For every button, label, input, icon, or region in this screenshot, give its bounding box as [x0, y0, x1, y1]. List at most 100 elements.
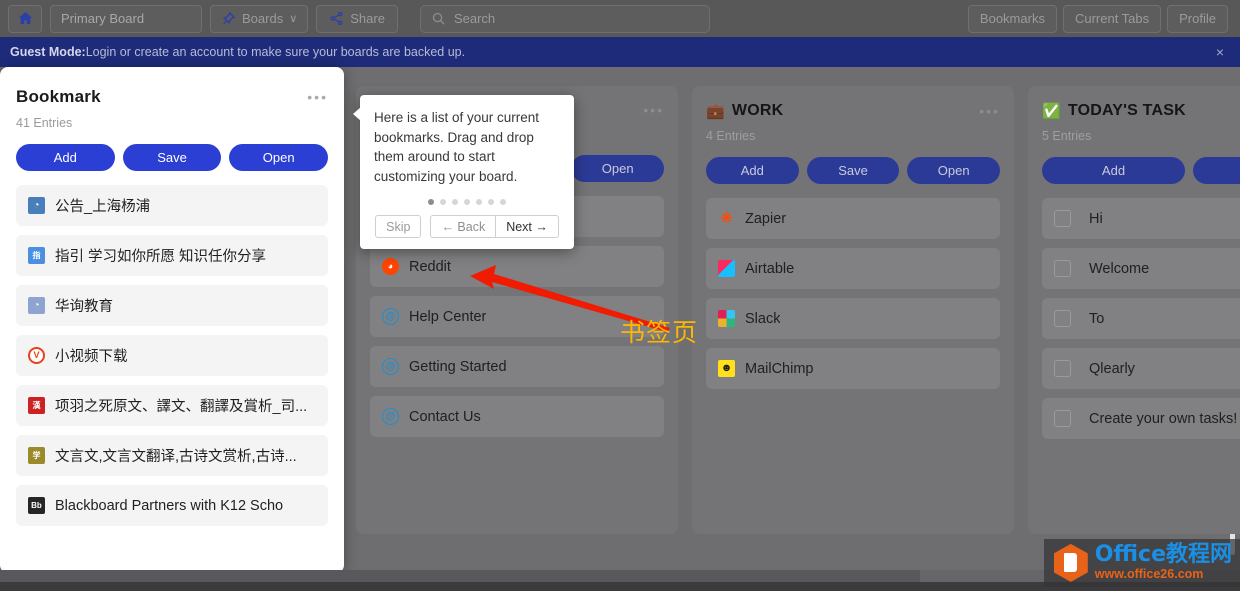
column-entry-count: 41 Entries: [16, 116, 73, 130]
task-label: Hi: [1089, 210, 1103, 227]
open-button[interactable]: Open: [229, 144, 329, 171]
step-dot[interactable]: [452, 199, 458, 206]
profile-button[interactable]: Profile: [1167, 4, 1228, 33]
back-button[interactable]: ← Back: [430, 215, 497, 239]
list-item[interactable]: ✳ Zapier: [706, 198, 1000, 239]
profile-label: Profile: [1179, 11, 1216, 26]
list-item-label: Reddit: [409, 258, 451, 275]
home-button[interactable]: [8, 4, 42, 33]
task-row[interactable]: Qlearly: [1042, 348, 1240, 389]
column-todays-task[interactable]: ✅ TODAY'S TASK 5 Entries Add Save Hi Wel…: [1028, 86, 1240, 534]
list-item-label: Slack: [745, 310, 781, 327]
column-header: ✅ TODAY'S TASK: [1042, 102, 1240, 120]
list-item-label: 文言文,文言文翻译,古诗文赏析,古诗...: [55, 449, 297, 465]
task-checkbox[interactable]: [1054, 310, 1071, 327]
task-row[interactable]: Hi: [1042, 198, 1240, 239]
list-item-label: 公告_上海杨浦: [55, 199, 151, 215]
list-item[interactable]: 指 指引 学习如你所愿 知识任你分享: [16, 235, 328, 276]
list-item-label: Blackboard Partners with K12 Scho: [55, 497, 284, 514]
check-box-icon: ✅: [1042, 103, 1061, 120]
column-work[interactable]: 💼 WORK ••• 4 Entries Add Save Open ✳ Zap…: [692, 86, 1014, 534]
list-item-label: 指引 学习如你所愿 知识任你分享: [55, 249, 267, 265]
next-button[interactable]: Next →: [496, 215, 559, 239]
search-input[interactable]: Search: [419, 4, 710, 33]
at-circle-favicon: @: [382, 408, 399, 425]
column-menu-icon[interactable]: •••: [979, 103, 1000, 119]
watermark-text-group: Office教程网 www.office26.com: [1094, 541, 1232, 582]
list-item[interactable]: V 小视频下载: [16, 335, 328, 376]
save-button[interactable]: Save: [806, 157, 900, 184]
reddit-favicon: ◕: [382, 258, 399, 275]
step-dot[interactable]: [440, 199, 446, 206]
current-tabs-button[interactable]: Current Tabs: [1062, 4, 1162, 33]
task-checkbox[interactable]: [1054, 210, 1071, 227]
open-button[interactable]: Open: [907, 157, 1001, 184]
task-checkbox[interactable]: [1054, 360, 1071, 377]
mailchimp-favicon: ☻: [718, 360, 735, 377]
add-button[interactable]: Add: [1042, 157, 1185, 184]
add-button[interactable]: Add: [706, 157, 799, 184]
task-row[interactable]: Welcome: [1042, 248, 1240, 289]
guest-mode-strong: Guest Mode:: [10, 45, 86, 59]
board-name-field[interactable]: Primary Board: [50, 4, 202, 33]
column-menu-icon[interactable]: •••: [307, 89, 328, 105]
task-row[interactable]: To: [1042, 298, 1240, 339]
list-item[interactable]: ◔ 华询教育: [16, 285, 328, 326]
step-dot[interactable]: [500, 199, 506, 206]
globe-favicon: ◔: [28, 297, 45, 314]
airtable-favicon: [718, 260, 735, 277]
list-item[interactable]: Slack: [706, 298, 1000, 339]
step-dot[interactable]: [464, 199, 470, 206]
column-header: 💼 WORK •••: [706, 102, 1000, 120]
tooltip-text: Here is a list of your current bookmarks…: [374, 110, 540, 184]
list-item[interactable]: Airtable: [706, 248, 1000, 289]
list-item[interactable]: @ Getting Started: [370, 346, 664, 387]
column-title-text: WORK: [731, 102, 784, 119]
save-button[interactable]: Save: [1193, 157, 1240, 184]
column-title: Bookmark: [16, 87, 101, 107]
column-entry-count: 5 Entries: [1042, 129, 1092, 143]
column-entry-count: 4 Entries: [706, 129, 756, 143]
scrollbar-thumb[interactable]: [0, 570, 920, 582]
guest-mode-banner: Guest Mode: Login or create an account t…: [0, 37, 1240, 67]
list-item[interactable]: 学 文言文,文言文翻译,古诗文赏析,古诗...: [16, 435, 328, 476]
watermark-url: www.office26.com: [1094, 566, 1204, 581]
watermark-title: Office教程网: [1094, 541, 1232, 567]
briefcase-icon: 💼: [706, 103, 725, 120]
task-checkbox[interactable]: [1054, 410, 1071, 427]
task-row[interactable]: Create your own tasks!: [1042, 398, 1240, 439]
list-item-label: Getting Started: [409, 358, 507, 375]
list-item[interactable]: ☻ MailChimp: [706, 348, 1000, 389]
list-item[interactable]: Bb Blackboard Partners with K12 Scho: [16, 485, 328, 526]
skip-button[interactable]: Skip: [375, 215, 422, 239]
step-dot[interactable]: [488, 199, 494, 206]
list-item-label: 小视频下载: [55, 349, 128, 365]
boards-button[interactable]: Boards ∨: [210, 4, 309, 33]
work-list: ✳ Zapier Airtable Slack ☻ MailChimp: [706, 198, 1000, 389]
tooltip-buttons: Skip ← Back Next →: [374, 215, 560, 239]
chinese-annotation-text: 书签页: [620, 318, 699, 347]
open-button[interactable]: Open: [571, 155, 665, 182]
share-button[interactable]: Share: [316, 4, 398, 33]
task-label: To: [1089, 310, 1105, 327]
list-item-label: Contact Us: [409, 408, 481, 425]
column-bookmark[interactable]: Bookmark ••• 41 Entries Add Save Open ◔ …: [0, 67, 1235, 573]
slack-favicon: [718, 310, 735, 327]
add-button[interactable]: Add: [16, 144, 115, 171]
list-item[interactable]: ◕ Reddit: [370, 246, 664, 287]
step-dot[interactable]: [428, 199, 434, 206]
dark-favicon: Bb: [28, 497, 45, 514]
task-checkbox[interactable]: [1054, 260, 1071, 277]
close-icon[interactable]: ×: [1216, 44, 1230, 60]
bookmarks-button[interactable]: Bookmarks: [967, 4, 1057, 33]
list-item[interactable]: ◔ 公告_上海杨浦: [16, 185, 328, 226]
list-item[interactable]: 漢 项羽之死原文、譯文、翻譯及賞析_司...: [16, 385, 328, 426]
list-item[interactable]: @ Contact Us: [370, 396, 664, 437]
bookmarks-label: Bookmarks: [979, 11, 1045, 26]
step-dot[interactable]: [476, 199, 482, 206]
save-button[interactable]: Save: [122, 144, 222, 171]
onboarding-tooltip: Here is a list of your current bookmarks…: [353, 95, 574, 250]
column-menu-icon[interactable]: •••: [643, 102, 664, 118]
column-title-text: Bookmark: [16, 87, 101, 106]
header-right-group: Bookmarks Current Tabs Profile: [967, 4, 1232, 33]
